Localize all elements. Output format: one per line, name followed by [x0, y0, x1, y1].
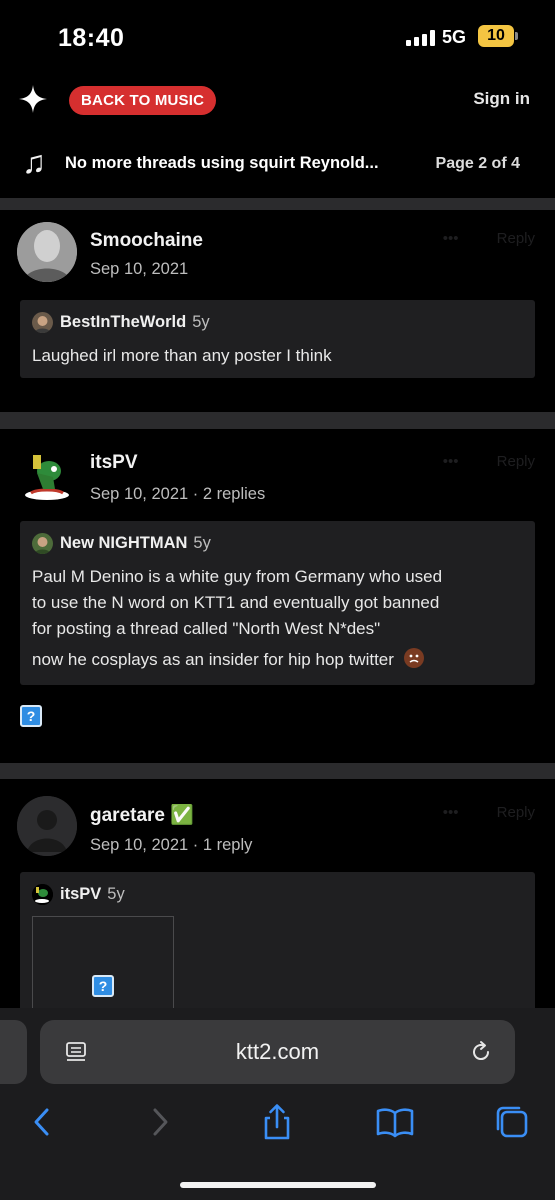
quote-text-line: Paul M Denino is a white guy from German… — [32, 567, 443, 586]
address-bar[interactable]: ktt2.com — [40, 1020, 515, 1084]
post: garetare ✅ Sep 10, 2021 · 1 reply ••• Re… — [0, 779, 555, 1008]
post-date: Sep 10, 2021 — [90, 260, 189, 278]
reload-icon[interactable] — [469, 1040, 493, 1064]
quote-avatar[interactable] — [32, 884, 53, 905]
post-actions: ••• Reply — [443, 804, 535, 821]
previous-tab-edge[interactable] — [0, 1020, 27, 1084]
divider — [0, 763, 555, 779]
quote-block: New NIGHTMAN 5y Paul M Denino is a white … — [20, 521, 535, 685]
url-text[interactable]: ktt2.com — [40, 1039, 515, 1065]
divider — [0, 412, 555, 429]
quote-avatar[interactable] — [32, 533, 53, 554]
more-options-button[interactable]: ••• — [443, 230, 459, 247]
quote-block: BestInTheWorld 5y Laughed irl more than a… — [20, 300, 535, 378]
broken-image-icon: ? — [92, 975, 114, 997]
image-placeholder[interactable]: ? — [32, 916, 174, 1008]
post-date: Sep 10, 2021 · 1 reply — [90, 836, 253, 854]
sparkle-icon[interactable] — [18, 84, 48, 114]
sign-in-link[interactable]: Sign in — [473, 89, 530, 109]
divider — [0, 198, 555, 210]
quote-time: 5y — [192, 313, 210, 331]
username[interactable]: garetare ✅ — [90, 803, 194, 827]
avatar[interactable] — [17, 222, 77, 282]
quote-author[interactable]: BestInTheWorld — [60, 313, 186, 331]
username[interactable]: Smoochaine — [90, 230, 203, 252]
battery-icon: 10 — [478, 25, 518, 47]
quote-avatar[interactable] — [32, 312, 53, 333]
avatar[interactable] — [17, 445, 77, 505]
signal-icon — [406, 30, 436, 46]
more-options-button[interactable]: ••• — [443, 804, 459, 821]
back-to-music-button[interactable]: BACK TO MUSIC — [69, 86, 217, 115]
home-indicator — [180, 1182, 376, 1188]
clock: 18:40 — [58, 24, 125, 52]
browser-chrome: ktt2.com — [0, 1008, 555, 1200]
network-label: 5G — [442, 27, 467, 47]
thread-title[interactable]: No more threads using squirt Reynold... — [65, 154, 415, 173]
reply-button[interactable]: Reply — [497, 804, 535, 821]
avatar[interactable] — [17, 796, 77, 856]
post-date: Sep 10, 2021 · 2 replies — [90, 485, 266, 503]
share-icon[interactable] — [257, 1102, 297, 1142]
broken-image-icon: ? — [20, 705, 42, 727]
more-options-button[interactable]: ••• — [443, 453, 459, 470]
quote-text: now he cosplays as an insider for hip ho… — [32, 650, 394, 669]
quote-text-line: now he cosplays as an insider for hip ho… — [32, 647, 425, 672]
quote-text: Laughed irl more than any poster I think — [32, 346, 332, 365]
reply-button[interactable]: Reply — [497, 453, 535, 470]
quote-text-line: to use the N word on KTT1 and eventually… — [32, 593, 440, 612]
forward-arrow-icon[interactable] — [140, 1102, 180, 1142]
quote-text-line: for posting a thread called "North West … — [32, 619, 381, 638]
username[interactable]: itsPV — [90, 452, 138, 474]
post: itsPV Sep 10, 2021 · 2 replies ••• Reply… — [0, 429, 555, 763]
status-bar: 18:40 5G 10 — [0, 0, 555, 72]
bookmarks-icon[interactable] — [375, 1102, 415, 1142]
broken-image[interactable]: ? — [20, 705, 42, 727]
quote-block: itsPV 5y ? — [20, 872, 535, 1008]
tabs-icon[interactable] — [492, 1102, 532, 1142]
reply-button[interactable]: Reply — [497, 230, 535, 247]
quote-author[interactable]: itsPV — [60, 885, 101, 903]
emoji-face-icon — [403, 648, 424, 668]
thread-bar: ♫ No more threads using squirt Reynold..… — [0, 140, 555, 190]
music-note-icon: ♫ — [22, 144, 46, 180]
quote-time: 5y — [193, 534, 211, 552]
post: Smoochaine Sep 10, 2021 ••• Reply BestIn… — [0, 210, 555, 412]
back-arrow-icon[interactable] — [22, 1102, 62, 1142]
page-indicator[interactable]: Page 2 of 4 — [436, 155, 520, 173]
post-actions: ••• Reply — [443, 230, 535, 247]
post-actions: ••• Reply — [443, 453, 535, 470]
quote-time: 5y — [107, 885, 125, 903]
site-header: BACK TO MUSIC Sign in — [0, 80, 555, 120]
quote-author[interactable]: New NIGHTMAN — [60, 534, 187, 552]
